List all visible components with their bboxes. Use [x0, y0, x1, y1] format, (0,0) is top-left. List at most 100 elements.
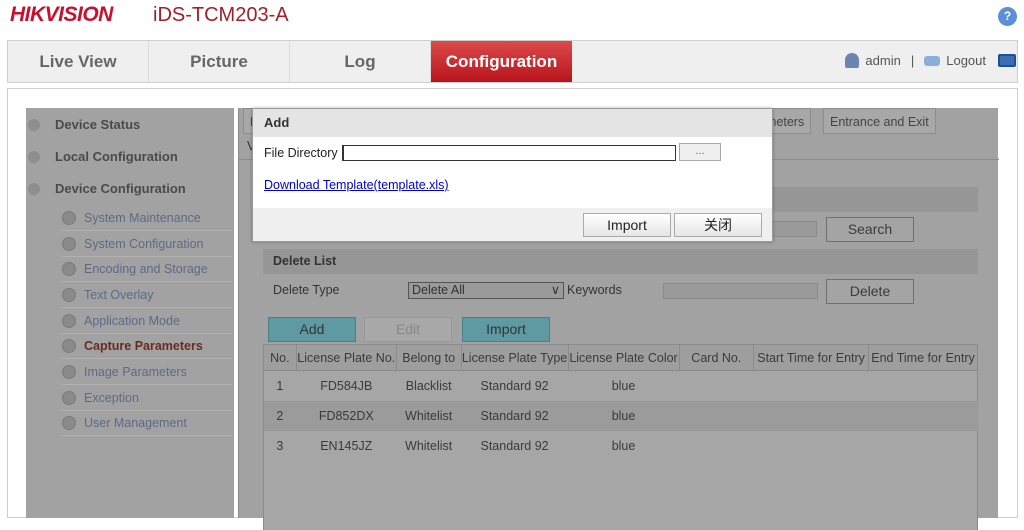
keywords-label: Keywords: [567, 283, 622, 297]
circle-icon: [62, 287, 76, 302]
circle-icon: [62, 236, 76, 251]
circle-icon: [62, 210, 76, 225]
select-value: Delete All: [412, 283, 465, 297]
sidebar-item-image-parameters[interactable]: Image Parameters: [62, 359, 232, 385]
sidebar-group-local-configuration[interactable]: Local Configuration: [26, 149, 178, 164]
sidebar-item-capture-parameters[interactable]: Capture Parameters: [62, 333, 232, 359]
search-button[interactable]: Search: [826, 217, 914, 242]
tab-configuration[interactable]: Configuration: [431, 41, 572, 82]
table-cell: [679, 431, 754, 461]
item-label: System Maintenance: [84, 210, 201, 225]
sidebar-item-application-mode[interactable]: Application Mode: [62, 308, 232, 334]
column-header: End Time for Entry: [868, 344, 978, 371]
table-cell: FD584JB: [320, 378, 373, 393]
sidebar-item-text-overlay[interactable]: Text Overlay: [62, 282, 232, 308]
logout-icon[interactable]: [924, 55, 941, 66]
table-cell: EN145JZ: [320, 438, 373, 453]
add-button[interactable]: Add: [268, 317, 356, 342]
table-cell: [869, 371, 978, 401]
column-header: Card No.: [678, 344, 755, 371]
item-label: Text Overlay: [84, 287, 154, 302]
table-cell: blue: [568, 400, 680, 431]
table-row[interactable]: 1 FD584JB Blacklist Standard 92 blue: [264, 371, 978, 401]
item-label: System Configuration: [84, 236, 204, 251]
column-header: Start Time for Entry: [753, 344, 870, 371]
browse-button[interactable]: ...: [679, 143, 721, 161]
item-label: Encoding and Storage: [84, 261, 208, 276]
table-cell: 3: [276, 438, 284, 453]
table-cell: [679, 400, 754, 431]
table-row[interactable]: 3 EN145JZ Whitelist Standard 92 blue: [264, 431, 978, 461]
sidebar-group-device-status[interactable]: Device Status: [26, 117, 140, 132]
column-header: License Plate Color: [567, 344, 680, 371]
table-cell: Whitelist: [405, 438, 453, 453]
table-cell: blue: [611, 378, 636, 393]
user-icon: [845, 53, 860, 68]
table-cell: [754, 431, 869, 461]
circle-icon: [62, 313, 76, 328]
table-cell: [754, 371, 869, 401]
sidebar-group-device-configuration[interactable]: Device Configuration: [26, 181, 186, 196]
tab-live-view[interactable]: Live View: [8, 41, 149, 82]
group-label: Device Status: [55, 117, 141, 132]
brand-text: HIKVISION: [10, 3, 113, 26]
tab-picture[interactable]: Picture: [149, 41, 290, 82]
sidebar-item-system-configuration[interactable]: System Configuration: [62, 231, 232, 257]
table-cell: Standard 92: [480, 378, 549, 393]
bullet-icon: [28, 150, 40, 163]
delete-type-label: Delete Type: [273, 283, 340, 297]
table-cell: [679, 371, 754, 401]
delete-button[interactable]: Delete: [826, 279, 914, 304]
table-cell: [868, 400, 978, 431]
device-model: iDS-TCM203-A: [153, 4, 289, 26]
dialog-title: Add: [253, 109, 772, 137]
table-cell: blue: [611, 438, 636, 453]
bullet-icon: [28, 182, 40, 195]
sidebar-item-encoding-storage[interactable]: Encoding and Storage: [62, 256, 232, 282]
table-row[interactable]: 2 FD852DX Whitelist Standard 92 blue: [263, 400, 978, 431]
item-label: Application Mode: [84, 313, 180, 328]
dialog-footer: Import 关闭: [253, 208, 772, 241]
circle-icon: [62, 364, 76, 379]
table-cell: Whitelist: [396, 400, 462, 431]
table-cell: Standard 92: [480, 438, 549, 453]
circle-icon: [62, 390, 76, 405]
table-header-row: No. License Plate No. Belong to License Pla…: [263, 344, 978, 371]
dialog-close-button[interactable]: 关闭: [674, 213, 762, 237]
circle-icon: [62, 415, 76, 430]
table-cell: [869, 431, 978, 461]
table-cell: 2: [263, 400, 297, 431]
edit-button[interactable]: Edit: [364, 317, 452, 342]
item-label: Image Parameters: [84, 364, 187, 379]
delete-list-header: Delete List: [263, 249, 978, 274]
import-button[interactable]: Import: [462, 317, 550, 342]
file-directory-input[interactable]: [342, 145, 676, 161]
sidebar: Device Status Local Configuration Device…: [26, 108, 234, 518]
chevron-down-icon: ∨: [550, 283, 560, 297]
tab-log[interactable]: Log: [290, 41, 431, 82]
separator: |: [910, 53, 915, 68]
screen-icon[interactable]: [998, 54, 1016, 67]
table-cell: Blacklist: [405, 378, 452, 393]
table-cell: FD852DX: [296, 400, 397, 431]
circle-icon: [62, 261, 76, 276]
delete-type-select[interactable]: Delete All ∨: [408, 282, 564, 299]
dialog-import-button[interactable]: Import: [583, 213, 671, 237]
tab-entrance-exit[interactable]: Entrance and Exit: [823, 108, 936, 134]
hikvision-logo: HIKVISION: [10, 3, 113, 27]
download-template-link[interactable]: Download Template(template.xls): [264, 178, 449, 192]
file-directory-label: File Directory: [264, 146, 338, 160]
help-icon[interactable]: ?: [998, 7, 1017, 26]
column-header: License Plate No.: [295, 344, 397, 371]
column-header: Belong to: [395, 344, 462, 371]
item-label: Capture Parameters: [84, 338, 203, 353]
sidebar-item-exception[interactable]: Exception: [62, 385, 232, 411]
sidebar-item-user-management[interactable]: User Management: [62, 410, 232, 436]
logout-link[interactable]: Logout: [946, 53, 986, 68]
add-import-dialog: Add File Directory ... Download Template…: [252, 108, 773, 242]
item-label: User Management: [84, 415, 187, 430]
username: admin: [865, 53, 901, 68]
keywords-input[interactable]: [663, 283, 818, 299]
sidebar-item-system-maintenance[interactable]: System Maintenance: [62, 205, 232, 231]
table-cell: 1: [276, 378, 284, 393]
